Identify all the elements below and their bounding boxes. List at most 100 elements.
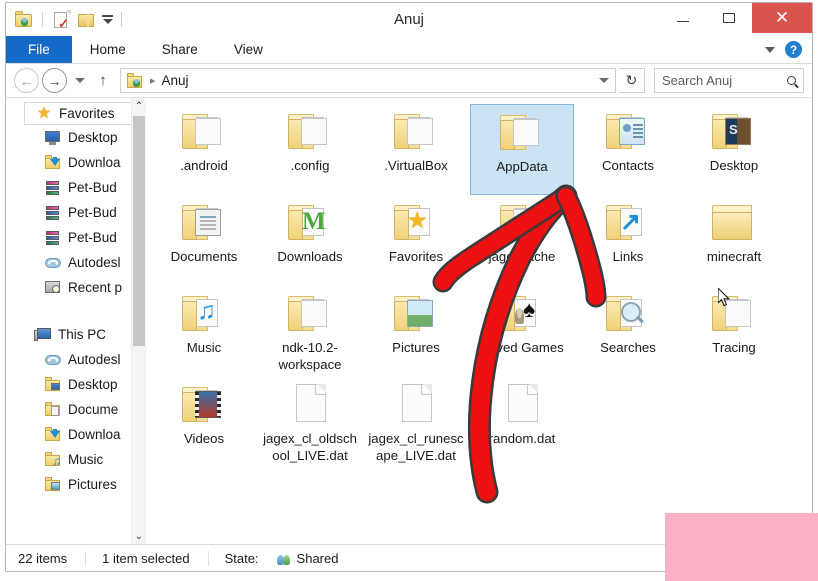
desktop-folder-icon	[44, 376, 62, 393]
navigation-bar: ← → ↑ ▸ Anuj ↻ Search Anuj	[6, 64, 812, 97]
file-item[interactable]: Tracing	[682, 286, 786, 377]
folder-icon	[178, 290, 230, 336]
tab-file[interactable]: File	[6, 36, 72, 63]
file-item-label: Pictures	[392, 340, 440, 355]
folder-icon	[602, 199, 654, 245]
file-item[interactable]: Desktop	[682, 104, 786, 195]
sidebar-item-pet-bud-3[interactable]: Pet-Bud	[6, 225, 146, 250]
file-item[interactable]: Downloads	[258, 195, 362, 286]
customize-qat-icon[interactable]	[101, 15, 113, 24]
sidebar-item-autodesk-2[interactable]: Autodesl	[6, 347, 146, 372]
file-item[interactable]: Videos	[152, 377, 256, 468]
sidebar-group-favorites[interactable]: ★ Favorites	[24, 102, 136, 125]
sidebar-item-pc-desktop[interactable]: Desktop	[6, 372, 146, 397]
sidebar-item-downloads[interactable]: Downloa	[6, 150, 146, 175]
sidebar-item-pc-music[interactable]: ♫ Music	[6, 447, 146, 472]
new-folder-icon[interactable]	[76, 10, 96, 30]
forward-button[interactable]: →	[42, 68, 67, 93]
sidebar-group-this-pc[interactable]: This PC	[6, 322, 146, 347]
sidebar-item-label: Pictures	[68, 477, 117, 492]
address-bar[interactable]: ▸ Anuj	[120, 68, 616, 93]
user-folder-icon[interactable]	[14, 10, 34, 30]
file-item[interactable]: minecraft	[682, 195, 786, 286]
recent-locations-icon[interactable]	[70, 68, 90, 93]
file-item-label: random.dat	[488, 431, 556, 446]
sidebar-item-autodesk-1[interactable]: Autodesl	[6, 250, 146, 275]
sidebar-item-label: Autodesl	[68, 352, 121, 367]
file-item[interactable]: Contacts	[576, 104, 680, 195]
file-item[interactable]: .android	[152, 104, 256, 195]
file-item[interactable]: .config	[258, 104, 362, 195]
folder-icon	[390, 108, 442, 154]
file-item[interactable]: Saved Games	[470, 286, 574, 377]
sidebar-item-pc-downloads[interactable]: Downloa	[6, 422, 146, 447]
tab-home[interactable]: Home	[72, 36, 144, 63]
folder-icon	[708, 108, 760, 154]
minimize-button[interactable]	[660, 3, 706, 33]
sidebar-scrollbar[interactable]: ⌃ ⌄	[131, 98, 146, 544]
sidebar-item-recent-places[interactable]: Recent p	[6, 275, 146, 300]
explorer-window: ✓ Anuj ✕ File Home Share View ? ← → ↑ ▸ …	[5, 2, 813, 572]
status-divider-2	[207, 550, 209, 566]
sidebar-item-label: Recent p	[68, 280, 123, 295]
folder-icon	[496, 290, 548, 336]
sidebar-item-label: Pet-Bud	[68, 230, 117, 245]
address-dropdown-icon[interactable]	[599, 78, 609, 83]
properties-icon[interactable]: ✓	[51, 9, 71, 30]
search-input[interactable]: Search Anuj	[654, 68, 804, 93]
file-item[interactable]: jagex_cl_runescape_LIVE.dat	[364, 377, 468, 468]
sidebar-item-desktop[interactable]: Desktop	[6, 125, 146, 150]
sidebar-item-pc-documents[interactable]: Docume	[6, 397, 146, 422]
file-item[interactable]: .VirtualBox	[364, 104, 468, 195]
maximize-button[interactable]	[706, 3, 752, 33]
breadcrumb-anuj[interactable]: Anuj	[162, 73, 189, 88]
sidebar-item-label: Downloa	[68, 427, 121, 442]
qat-divider-2	[121, 12, 122, 27]
search-icon	[787, 76, 796, 85]
navigation-pane[interactable]: ★ Favorites Desktop Downloa Pet-Bud Pet-…	[6, 98, 146, 544]
file-item[interactable]: Favorites	[364, 195, 468, 286]
back-button[interactable]: ←	[14, 68, 39, 93]
help-icon[interactable]: ?	[785, 41, 802, 58]
sidebar-item-pet-bud-2[interactable]: Pet-Bud	[6, 200, 146, 225]
cloud-icon	[44, 351, 62, 368]
scrollbar-thumb[interactable]	[133, 116, 145, 346]
file-list[interactable]: .android .config .VirtualBox AppData Contact…	[146, 98, 812, 544]
sidebar-item-pc-pictures[interactable]: Pictures	[6, 472, 146, 497]
file-item[interactable]: AppData	[470, 104, 574, 195]
state-value: Shared	[296, 550, 339, 566]
file-item[interactable]: ndk-10.2-workspace	[258, 286, 362, 377]
file-item-label: Favorites	[388, 249, 444, 264]
file-item[interactable]: jagex_cl_oldschool_LIVE.dat	[258, 377, 362, 468]
refresh-button[interactable]: ↻	[619, 68, 645, 93]
downloads-folder-icon	[44, 426, 62, 443]
folder-icon	[284, 199, 336, 245]
sidebar-item-label: Pet-Bud	[68, 205, 117, 220]
file-item[interactable]: Links	[576, 195, 680, 286]
file-item[interactable]: Documents	[152, 195, 256, 286]
file-item[interactable]: Music	[152, 286, 256, 377]
scroll-down-icon[interactable]: ⌄	[132, 528, 146, 544]
file-icon	[496, 381, 548, 427]
file-item-label: Saved Games	[480, 340, 564, 355]
file-item[interactable]: random.dat	[470, 377, 574, 468]
tab-view[interactable]: View	[216, 36, 281, 63]
tab-share[interactable]: Share	[144, 36, 216, 63]
sidebar-group-favorites-label: Favorites	[59, 106, 115, 121]
file-item[interactable]: Pictures	[364, 286, 468, 377]
window-controls: ✕	[660, 3, 812, 33]
sidebar-item-pet-bud-1[interactable]: Pet-Bud	[6, 175, 146, 200]
folder-icon	[496, 109, 548, 155]
file-item[interactable]: jagexcache	[470, 195, 574, 286]
close-button[interactable]: ✕	[752, 3, 812, 33]
chevron-down-icon[interactable]	[765, 46, 775, 53]
quick-access-toolbar: ✓	[6, 3, 125, 36]
file-item-label: jagex_cl_oldschool_LIVE.dat	[263, 431, 357, 463]
shared-users-icon	[276, 551, 293, 565]
scroll-up-icon[interactable]: ⌃	[132, 98, 146, 114]
sidebar-group-this-pc-label: This PC	[58, 327, 107, 342]
file-item-label: Music	[186, 340, 222, 355]
sidebar-item-label: Desktop	[68, 130, 118, 145]
file-item[interactable]: Searches	[576, 286, 680, 377]
up-button[interactable]: ↑	[93, 68, 113, 93]
